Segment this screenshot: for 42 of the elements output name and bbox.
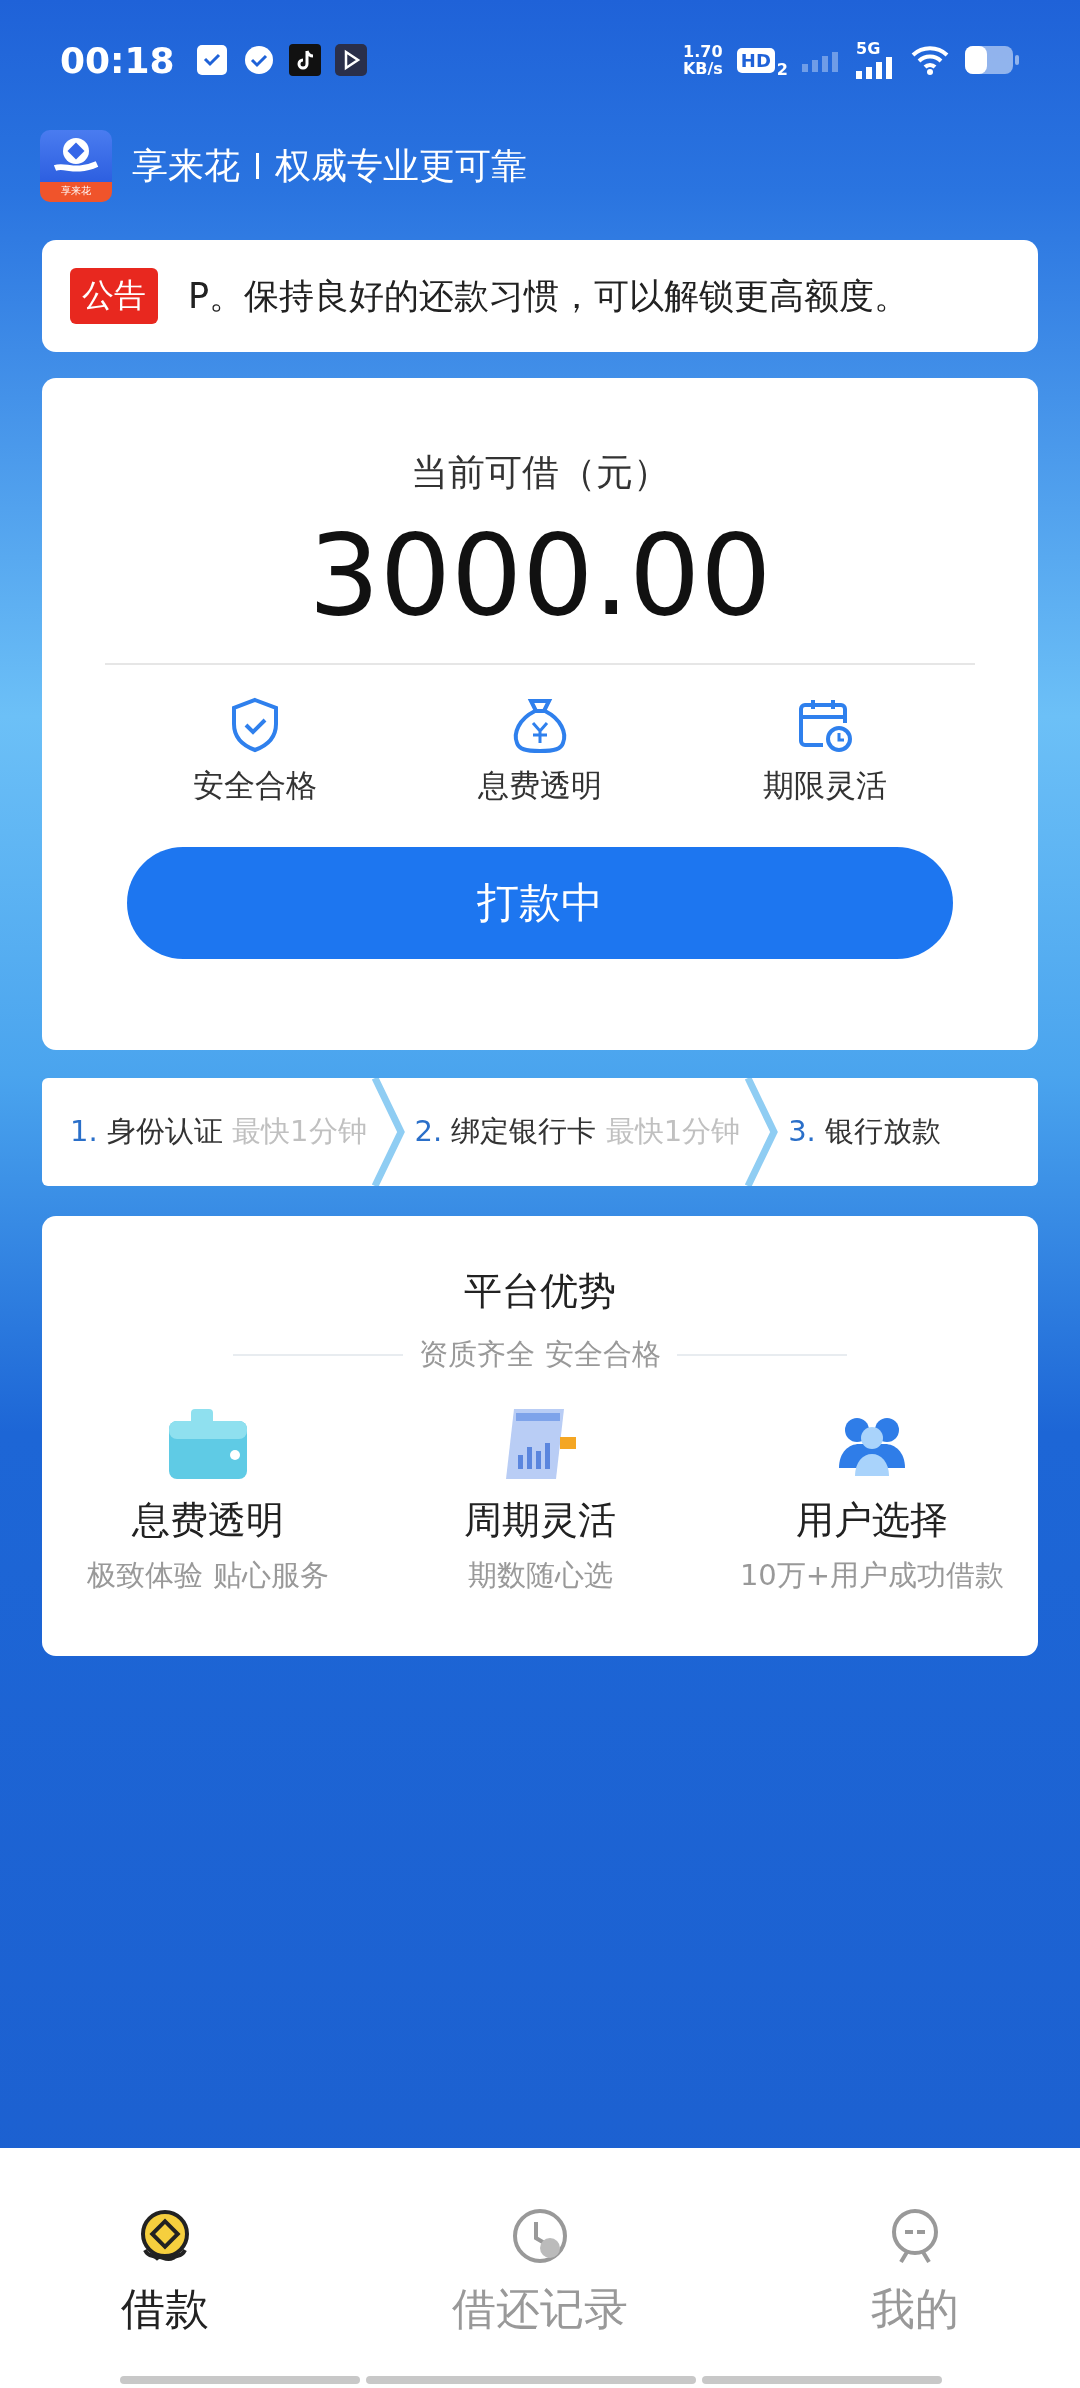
net-speed: 1.70 (683, 43, 723, 60)
wifi-icon (910, 44, 950, 76)
app-name: 享来花 (132, 143, 240, 188)
hd-sub: 2 (776, 60, 788, 79)
play-icon (334, 44, 367, 76)
feature-description: 10万+用户成功借款 (739, 1557, 1005, 1594)
clock-icon (512, 2208, 568, 2264)
status-time: 00:18 (60, 39, 175, 81)
hd-badge: HD (736, 47, 775, 73)
network-type: 5G (856, 41, 881, 57)
feature-label: 安全合格 (192, 766, 317, 806)
music-note-icon (288, 44, 321, 76)
available-label: 当前可借（元） (410, 450, 670, 496)
feature-description: 极致体验 贴心服务 (87, 1557, 329, 1594)
available-amount: 3000.00 (308, 514, 772, 638)
feature-title: 用户选择 (796, 1497, 948, 1544)
verified-icon (242, 44, 275, 76)
step-label: 3. 银行放款 (788, 1113, 942, 1150)
step-label: 2. 绑定银行卡 最快1分钟 (414, 1113, 742, 1150)
notice-badge: 公告 (70, 268, 158, 324)
money-bag-icon (511, 697, 569, 754)
feature-title: 息费透明 (132, 1497, 284, 1544)
app-slogan: 权威专业更可靠 (275, 143, 527, 188)
feature-description: 期数随心选 (467, 1557, 613, 1594)
feature-label: 息费透明 (478, 766, 602, 806)
section-subtitle: 资质齐全 安全合格 (419, 1336, 661, 1373)
net-unit: KB/s (682, 60, 723, 77)
inbox-icon (194, 43, 229, 77)
app-logo: 享来花 (40, 130, 112, 202)
battery-icon (964, 45, 1020, 75)
feature-label: 期限灵活 (763, 766, 888, 806)
feature-title: 周期灵活 (464, 1497, 616, 1544)
notice-text: P。保持良好的还款习惯，可以解锁更高额度。 (188, 274, 910, 318)
chevron-icon (744, 1078, 779, 1186)
status-button[interactable]: 打款中 (127, 847, 953, 960)
nav-tab[interactable]: 借款 (121, 2208, 210, 2339)
calendar-clock-icon (797, 697, 854, 754)
step-label: 1. 身份认证 最快1分钟 (70, 1113, 368, 1150)
nav-tab[interactable]: 借还记录 (452, 2208, 628, 2339)
nav-tab[interactable]: 我的 (870, 2208, 959, 2339)
section-title: 平台优势 (464, 1268, 616, 1315)
chevron-icon (370, 1078, 405, 1186)
